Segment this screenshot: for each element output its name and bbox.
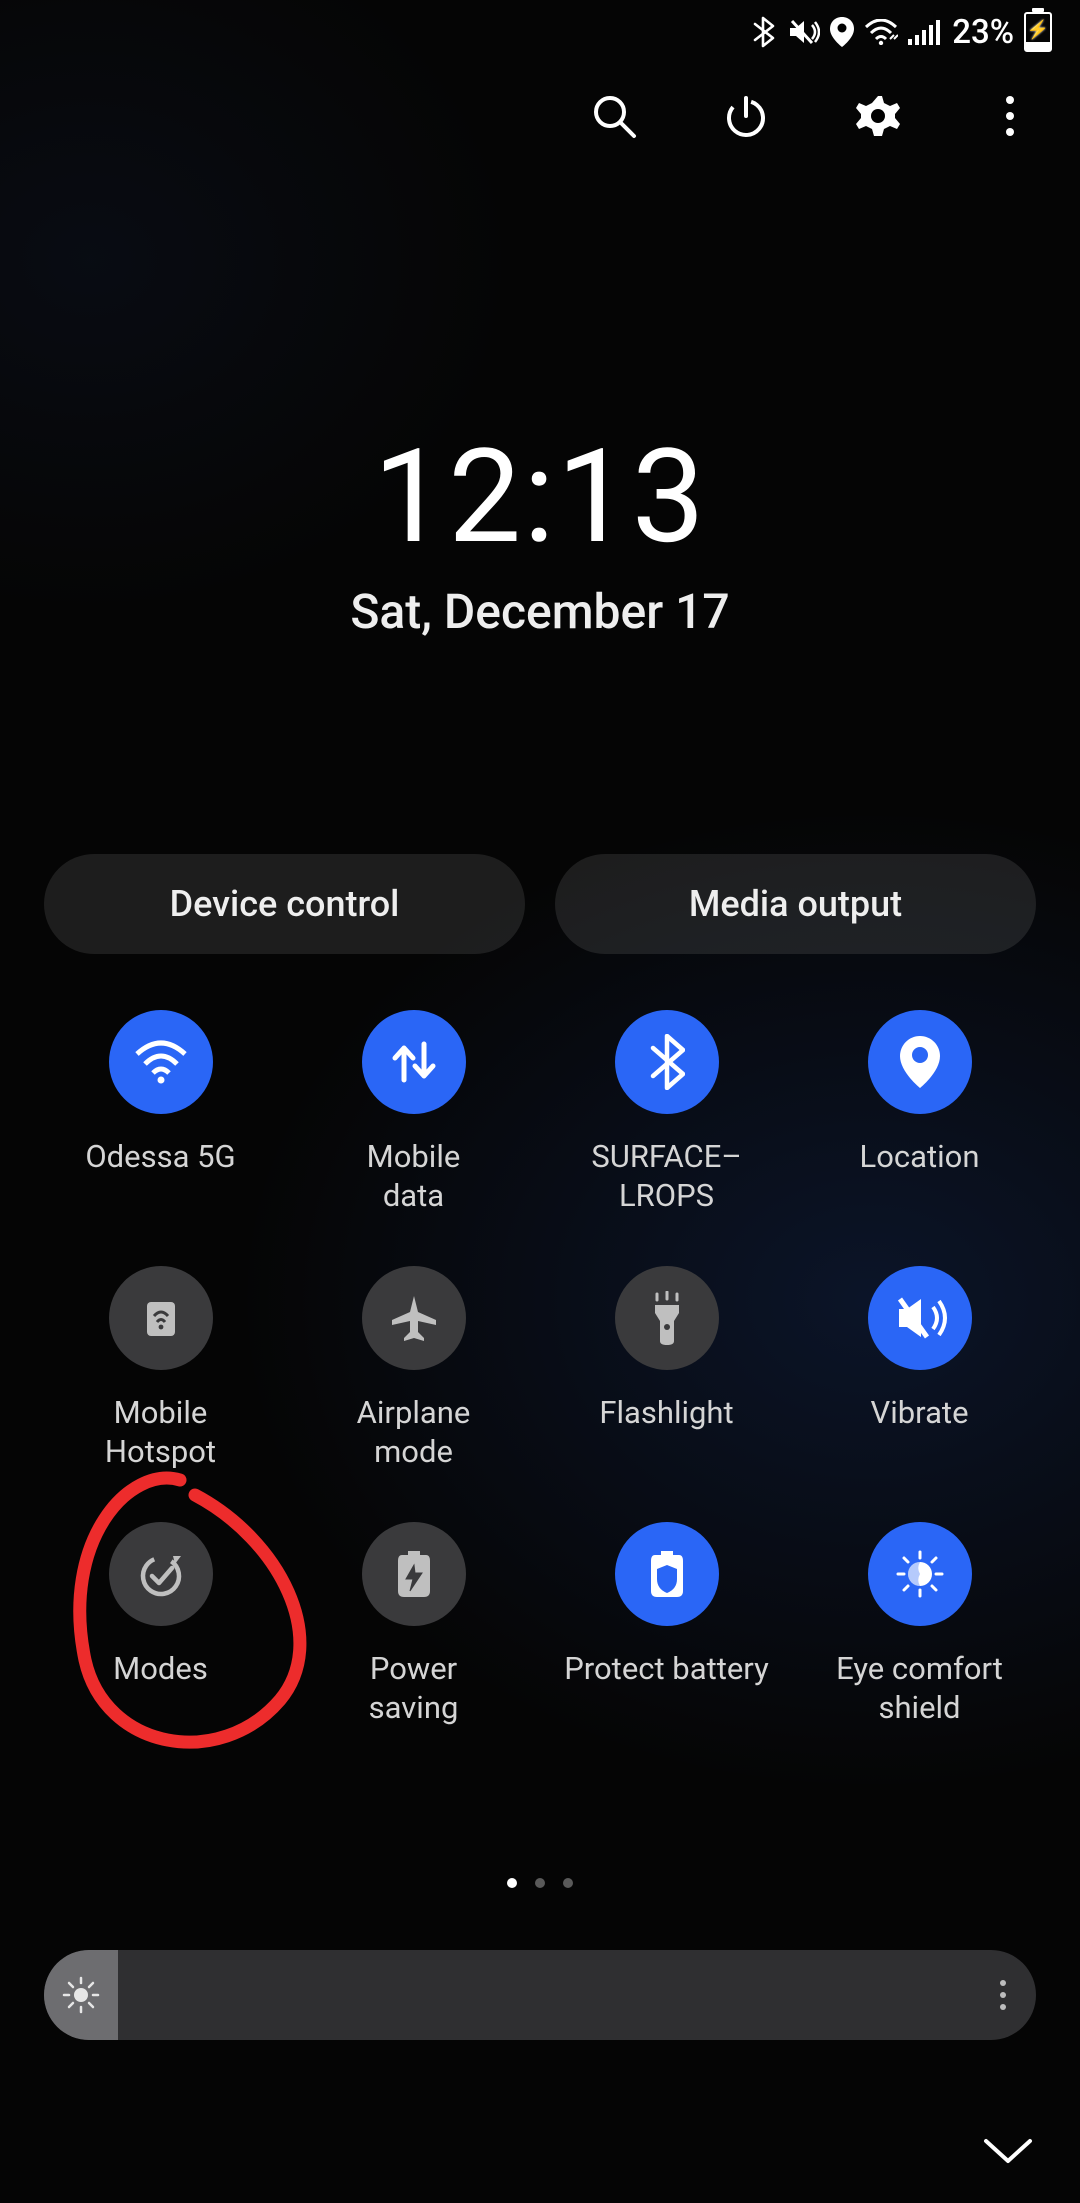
page-indicator[interactable] (0, 1878, 1080, 1888)
hotspot-icon (109, 1266, 213, 1370)
page-dot[interactable] (507, 1878, 517, 1888)
settings-button[interactable] (848, 86, 908, 146)
wifi-icon (109, 1010, 213, 1114)
tile-mobile-data[interactable]: Mobile data (297, 1010, 530, 1216)
tile-label: Eye comfort shield (836, 1650, 1003, 1728)
tile-airplane[interactable]: Airplane mode (297, 1266, 530, 1472)
search-button[interactable] (584, 86, 644, 146)
mute-vibrate-status-icon (786, 17, 820, 47)
tile-bluetooth[interactable]: SURFACE–LROPS (550, 1010, 783, 1216)
modes-icon (109, 1522, 213, 1626)
quick-access-row: Device control Media output (44, 854, 1036, 954)
location-status-icon (830, 17, 854, 47)
brightness-fill (44, 1950, 118, 2040)
status-bar: 23% ⚡ (750, 12, 1052, 52)
quick-settings-grid: Odessa 5G Mobile data SURFACE–LROPS Locatio… (44, 1010, 1036, 1728)
search-icon (590, 92, 638, 140)
tile-modes[interactable]: Modes (44, 1522, 277, 1728)
more-vert-icon (1003, 94, 1017, 138)
power-icon (722, 92, 770, 140)
vibrate-icon (868, 1266, 972, 1370)
page-dot[interactable] (535, 1878, 545, 1888)
protect-battery-icon (615, 1522, 719, 1626)
clock-area: 12:13 Sat, December 17 (0, 420, 1080, 640)
tile-label: Vibrate (870, 1394, 968, 1472)
location-icon (868, 1010, 972, 1114)
battery-percent: 23% (952, 13, 1014, 52)
tile-label: Mobile data (367, 1138, 461, 1216)
tile-power-saving[interactable]: Power saving (297, 1522, 530, 1728)
flashlight-icon (615, 1266, 719, 1370)
bluetooth-icon (615, 1010, 719, 1114)
tile-label: Location (860, 1138, 980, 1216)
tile-protect-battery[interactable]: Protect battery (550, 1522, 783, 1728)
brightness-slider[interactable] (44, 1950, 1036, 2040)
tile-label: Flashlight (599, 1394, 733, 1472)
bluetooth-status-icon (750, 16, 776, 48)
media-output-button[interactable]: Media output (555, 854, 1036, 954)
device-control-button[interactable]: Device control (44, 854, 525, 954)
tile-label: Protect battery (564, 1650, 769, 1728)
tile-hotspot[interactable]: Mobile Hotspot (44, 1266, 277, 1472)
power-saving-icon (362, 1522, 466, 1626)
power-button[interactable] (716, 86, 776, 146)
tile-vibrate[interactable]: Vibrate (803, 1266, 1036, 1472)
tile-eye-comfort[interactable]: Eye comfort shield (803, 1522, 1036, 1728)
tile-label: Mobile Hotspot (105, 1394, 216, 1472)
battery-icon: ⚡ (1024, 12, 1052, 52)
pill-label: Media output (689, 883, 902, 925)
brightness-more-button[interactable] (1000, 1980, 1006, 2010)
collapse-panel-button[interactable] (980, 2135, 1036, 2173)
tile-wifi[interactable]: Odessa 5G (44, 1010, 277, 1216)
wifi-status-icon (864, 19, 898, 45)
signal-status-icon (908, 19, 942, 45)
page-dot[interactable] (563, 1878, 573, 1888)
tile-flashlight[interactable]: Flashlight (550, 1266, 783, 1472)
tile-label: Power saving (369, 1650, 459, 1728)
mobile-data-icon (362, 1010, 466, 1114)
airplane-icon (362, 1266, 466, 1370)
chevron-down-icon (980, 2135, 1036, 2169)
tile-label: Odessa 5G (85, 1138, 235, 1216)
clock-time: 12:13 (0, 420, 1080, 573)
tile-label: SURFACE–LROPS (550, 1138, 783, 1216)
more-button[interactable] (980, 86, 1040, 146)
clock-date: Sat, December 17 (0, 583, 1080, 640)
tile-label: Airplane mode (357, 1394, 471, 1472)
pill-label: Device control (170, 883, 400, 925)
tile-label: Modes (113, 1650, 208, 1728)
tile-location[interactable]: Location (803, 1010, 1036, 1216)
eye-comfort-icon (868, 1522, 972, 1626)
sun-icon (61, 1975, 101, 2015)
gear-icon (854, 92, 902, 140)
header-actions (584, 86, 1060, 146)
